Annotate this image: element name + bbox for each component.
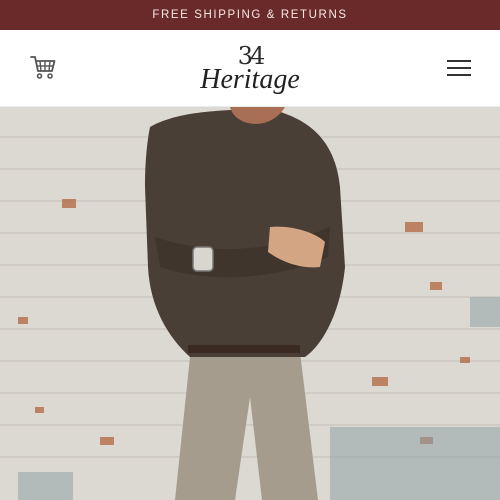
brand-logo[interactable]: 34 Heritage bbox=[190, 40, 310, 98]
site-header: 34 Heritage bbox=[0, 30, 500, 107]
announcement-text: FREE SHIPPING & RETURNS bbox=[152, 9, 348, 21]
hero-model-photo bbox=[0, 107, 500, 500]
logo-wordmark: Heritage bbox=[200, 64, 300, 95]
cart-icon bbox=[29, 54, 57, 85]
announcement-bar: FREE SHIPPING & RETURNS bbox=[0, 0, 500, 30]
hero-image bbox=[0, 107, 500, 500]
hamburger-menu-icon bbox=[447, 60, 471, 62]
menu-button[interactable] bbox=[444, 56, 474, 80]
cart-button[interactable] bbox=[26, 54, 60, 84]
